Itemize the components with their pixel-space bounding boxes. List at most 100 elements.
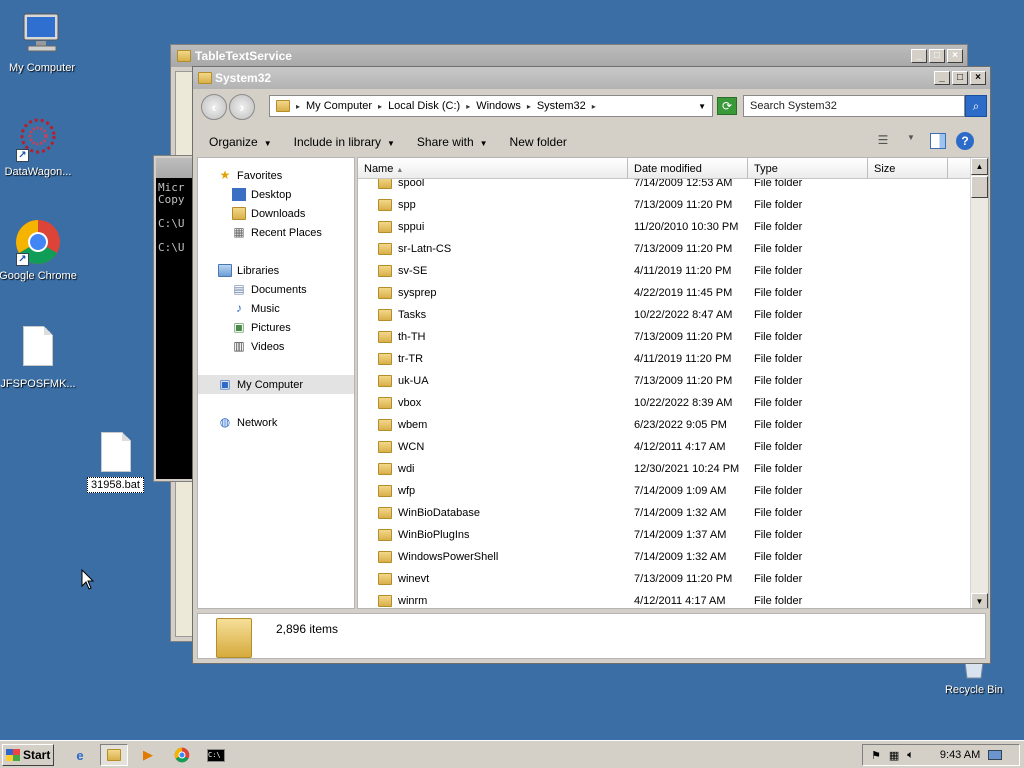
refresh-button[interactable]: ⟳ <box>717 97 737 115</box>
table-row[interactable]: spp 7/13/2009 11:20 PM File folder <box>358 194 970 216</box>
clock[interactable]: 9:43 AM <box>940 749 980 761</box>
nav-network[interactable]: ◍ Network <box>198 413 354 432</box>
cell-date-modified: 7/13/2009 11:20 PM <box>634 375 733 387</box>
internet-explorer-icon[interactable]: e <box>66 744 94 766</box>
vertical-scrollbar[interactable]: ▲ ▼ <box>970 158 988 608</box>
table-row[interactable]: WinBioPlugIns 7/14/2009 1:37 AM File folde… <box>358 524 970 546</box>
cell-date-modified: 7/13/2009 11:20 PM <box>634 573 733 585</box>
minimize-button[interactable]: _ <box>911 49 927 63</box>
table-row[interactable]: sysprep 4/22/2019 11:45 PM File folder <box>358 282 970 304</box>
table-row[interactable]: WindowsPowerShell 7/14/2009 1:32 AM File f… <box>358 546 970 568</box>
file-rows: spool 7/14/2009 12:53 AM File folder spp 7/1… <box>358 172 970 608</box>
flag-icon[interactable]: ⚑ <box>871 749 881 762</box>
table-row[interactable]: WCN 4/12/2011 4:17 AM File folder <box>358 436 970 458</box>
computer-icon: ▣ <box>219 377 231 391</box>
chevron-right-icon[interactable]: ▸ <box>466 102 470 111</box>
chevron-right-icon[interactable]: ▸ <box>592 102 596 111</box>
include-in-library-button[interactable]: Include in library ▼ <box>294 135 395 149</box>
address-dropdown-icon[interactable]: ▼ <box>698 102 706 111</box>
nav-pictures[interactable]: ▣ Pictures <box>198 318 354 337</box>
breadcrumb-my-computer[interactable]: My Computer <box>306 100 372 112</box>
table-row[interactable]: th-TH 7/13/2009 11:20 PM File folder <box>358 326 970 348</box>
forward-button[interactable]: › <box>229 94 255 120</box>
search-icon[interactable]: ⌕ <box>965 95 987 117</box>
nav-music[interactable]: ♪ Music <box>198 299 354 318</box>
cmd-title-bar[interactable] <box>156 158 192 178</box>
explorer-taskbar-icon[interactable] <box>100 744 128 766</box>
change-view-icon[interactable]: ☰ <box>874 133 892 149</box>
help-icon[interactable]: ? <box>956 132 974 150</box>
chevron-right-icon[interactable]: ▸ <box>296 102 300 111</box>
nav-desktop[interactable]: Desktop <box>198 185 354 204</box>
chrome-taskbar-icon[interactable] <box>168 744 196 766</box>
table-row[interactable]: sv-SE 4/11/2019 11:20 PM File folder <box>358 260 970 282</box>
new-folder-button[interactable]: New folder <box>510 135 567 149</box>
minimize-button[interactable]: _ <box>934 71 950 85</box>
title-bar[interactable]: System32 _ □ × <box>193 67 990 89</box>
column-header-date-modified[interactable]: Date modified <box>628 158 748 179</box>
folder-icon <box>378 441 392 453</box>
table-row[interactable]: WinBioDatabase 7/14/2009 1:32 AM File fold… <box>358 502 970 524</box>
cmd-taskbar-icon[interactable]: C:\ <box>202 744 230 766</box>
bat-file-rename-label[interactable]: 31958.bat <box>87 477 144 493</box>
table-row[interactable]: winevt 7/13/2009 11:20 PM File folder <box>358 568 970 590</box>
search-input[interactable]: Search System32 <box>743 95 965 117</box>
back-button[interactable]: ‹ <box>201 94 227 120</box>
cell-date-modified: 4/12/2011 4:17 AM <box>634 441 726 453</box>
table-row[interactable]: sppui 11/20/2010 10:30 PM File folder <box>358 216 970 238</box>
column-header-type[interactable]: Type <box>748 158 868 179</box>
network-tray-icon[interactable]: ▦ <box>889 749 899 762</box>
nav-downloads[interactable]: Downloads <box>198 204 354 223</box>
maximize-button[interactable]: □ <box>929 49 945 63</box>
desktop-icon-jfsposfmk[interactable]: JFSPOSFMK... <box>0 322 80 390</box>
start-button[interactable]: Start <box>2 744 54 766</box>
table-row[interactable]: tr-TR 4/11/2019 11:20 PM File folder <box>358 348 970 370</box>
nav-documents[interactable]: ▤ Documents <box>198 280 354 299</box>
nav-recent-places[interactable]: ▦ Recent Places <box>198 223 354 242</box>
table-row[interactable]: winrm 4/12/2011 4:17 AM File folder <box>358 590 970 608</box>
nav-videos[interactable]: ▥ Videos <box>198 337 354 356</box>
table-row[interactable]: vbox 10/22/2022 8:39 AM File folder <box>358 392 970 414</box>
address-bar[interactable]: ▸ My Computer ▸ Local Disk (C:) ▸ Window… <box>269 95 713 117</box>
table-row[interactable]: wdi 12/30/2021 10:24 PM File folder <box>358 458 970 480</box>
nav-libraries[interactable]: Libraries <box>198 261 354 280</box>
table-row[interactable]: Tasks 10/22/2022 8:47 AM File folder <box>358 304 970 326</box>
scroll-thumb[interactable] <box>971 176 988 198</box>
media-player-icon[interactable]: ▶ <box>134 744 162 766</box>
title-bar[interactable]: TableTextService _ □ × <box>171 45 967 67</box>
chevron-right-icon[interactable]: ▸ <box>527 102 531 111</box>
table-row[interactable]: uk-UA 7/13/2009 11:20 PM File folder <box>358 370 970 392</box>
pictures-icon: ▣ <box>233 320 245 334</box>
close-button[interactable]: × <box>970 71 986 85</box>
desktop-icon-chrome[interactable]: ↗ Google Chrome <box>0 218 80 282</box>
table-row[interactable]: wfp 7/14/2009 1:09 AM File folder <box>358 480 970 502</box>
table-row[interactable]: wbem 6/23/2022 9:05 PM File folder <box>358 414 970 436</box>
file-icon <box>14 326 62 374</box>
explorer-window[interactable]: System32 _ □ × ‹ › ▸ My Computer ▸ Local… <box>192 66 991 664</box>
desktop-icon-bat-file[interactable] <box>74 428 158 484</box>
breadcrumb-system32[interactable]: System32 <box>537 100 586 112</box>
column-header-name[interactable]: Name ▲ <box>358 158 628 179</box>
column-header-size[interactable]: Size <box>868 158 948 179</box>
preview-pane-icon[interactable] <box>930 133 946 149</box>
scroll-down-button[interactable]: ▼ <box>971 593 988 608</box>
nav-my-computer[interactable]: ▣ My Computer <box>198 375 354 394</box>
volume-icon[interactable]: 🔈︎ <box>907 749 914 762</box>
cell-name: vbox <box>358 397 628 409</box>
close-button[interactable]: × <box>947 49 963 63</box>
desktop-icon-datawagon[interactable]: ↗ DataWagon... <box>0 114 80 178</box>
desktop-icon-my-computer[interactable]: My Computer <box>0 10 84 74</box>
breadcrumb-windows[interactable]: Windows <box>476 100 521 112</box>
chevron-right-icon[interactable]: ▸ <box>378 102 382 111</box>
nav-favorites[interactable]: ★ Favorites <box>198 166 354 185</box>
share-with-button[interactable]: Share with ▼ <box>417 135 488 149</box>
breadcrumb-local-disk[interactable]: Local Disk (C:) <box>388 100 460 112</box>
view-dropdown-icon[interactable]: ▼ <box>902 133 920 149</box>
table-row[interactable]: sr-Latn-CS 7/13/2009 11:20 PM File folder <box>358 238 970 260</box>
organize-button[interactable]: Organize ▼ <box>209 135 272 149</box>
command-prompt-window[interactable]: Micr Copy C:\U C:\U <box>153 155 195 482</box>
scroll-up-button[interactable]: ▲ <box>971 158 988 175</box>
show-desktop-icon[interactable] <box>988 750 1003 760</box>
desktop-icon-label: Google Chrome <box>0 270 77 282</box>
maximize-button[interactable]: □ <box>952 71 968 85</box>
